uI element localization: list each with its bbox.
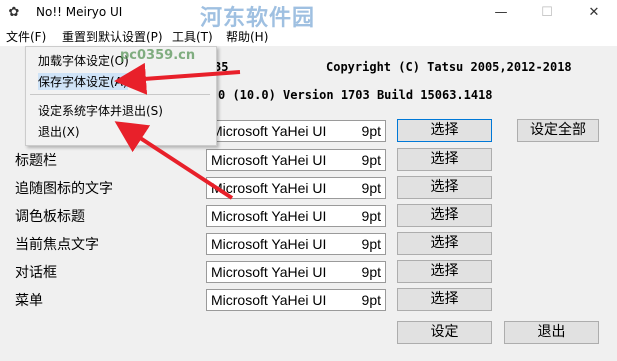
arrow-to-save xyxy=(114,62,241,95)
arrow-to-exit xyxy=(114,121,234,200)
main-window: ✿ No!! Meiryo UI — ☐ ✕ 文件(F) 重置到默认设置(P) … xyxy=(0,0,617,361)
annotation-arrows xyxy=(114,62,241,200)
